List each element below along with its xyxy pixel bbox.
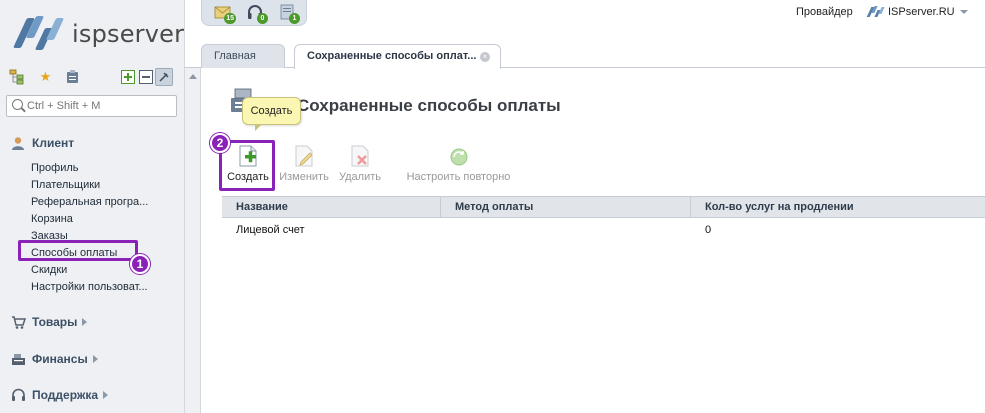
support-count-badge: 0	[257, 13, 268, 24]
document-notification-icon[interactable]: 1	[278, 4, 300, 24]
section-finance-label: Финансы	[32, 352, 88, 366]
isp-logo-icon	[13, 14, 66, 54]
expand-all-icon[interactable]	[119, 68, 136, 85]
delete-button-label: Удалить	[339, 171, 381, 183]
collapse-all-icon[interactable]	[137, 68, 154, 85]
headset-icon	[10, 388, 26, 402]
edit-document-icon	[293, 145, 315, 167]
sidebar: ispserver ★ Клиент Профиль Плательщики Р	[0, 0, 185, 413]
section-client-label: Клиент	[32, 136, 75, 150]
tree-view-icon[interactable]	[8, 68, 25, 85]
close-tab-icon[interactable]: ×	[480, 52, 490, 62]
annotation-badge-1: 1	[130, 254, 150, 274]
section-support-label: Поддержка	[32, 388, 99, 402]
notification-icons-bar: 15 0 1	[201, 0, 307, 26]
cell-renewal-count: 0	[705, 224, 712, 236]
support-notification-icon[interactable]: 0	[246, 4, 268, 24]
section-client[interactable]: Клиент	[10, 136, 74, 150]
isp-logo-icon	[866, 6, 885, 18]
menu-search-input[interactable]	[27, 98, 172, 114]
annotation-highlight-payment-methods	[18, 240, 138, 261]
tab-saved-payment-methods-label: Сохраненные способы оплат...	[307, 50, 477, 62]
section-support[interactable]: Поддержка	[10, 388, 109, 402]
cash-register-icon	[10, 352, 26, 366]
pin-icon[interactable]	[155, 68, 173, 86]
section-goods[interactable]: Товары	[10, 315, 88, 329]
mail-count-badge: 15	[224, 13, 236, 24]
tab-saved-payment-methods[interactable]: Сохраненные способы оплат... ×	[294, 44, 501, 69]
expand-arrow-icon	[92, 355, 98, 363]
cart-icon	[10, 315, 26, 329]
mail-notification-icon[interactable]: 15	[214, 4, 236, 24]
column-header-renewal-count[interactable]: Кол-во услуг на продлении	[691, 197, 985, 218]
delete-document-icon	[349, 145, 371, 167]
edit-button-label: Изменить	[279, 171, 329, 183]
payment-methods-table: Название Метод оплаты Кол-во услуг на пр…	[222, 196, 985, 242]
search-icon	[12, 99, 23, 110]
logo[interactable]: ispserver	[13, 12, 185, 56]
menu-search-box[interactable]	[6, 95, 177, 117]
chevron-up-icon	[189, 74, 197, 79]
document-count-badge: 1	[289, 13, 300, 24]
client-menu: Профиль Плательщики Реферальная програ..…	[31, 160, 148, 296]
sidebar-item-payers[interactable]: Плательщики	[31, 177, 148, 194]
provider-selector[interactable]: ISPserver.RU	[866, 6, 968, 18]
page-title: Сохраненные способы оплаты	[297, 96, 561, 115]
reconfigure-button[interactable]: Настроить повторно	[404, 145, 513, 183]
provider-label: Провайдер	[796, 6, 853, 18]
chevron-down-icon	[959, 10, 968, 14]
brand-name: ispserver	[72, 20, 185, 48]
sidebar-item-user-settings[interactable]: Настройки пользоват...	[31, 279, 148, 296]
edit-button[interactable]: Изменить	[279, 145, 329, 183]
section-goods-label: Товары	[32, 315, 78, 329]
sidebar-item-profile[interactable]: Профиль	[31, 160, 148, 177]
provider-name: ISPserver.RU	[888, 6, 955, 18]
expand-arrow-icon	[82, 318, 88, 326]
cell-name: Лицевой счет	[236, 224, 305, 236]
sidebar-item-cart[interactable]: Корзина	[31, 211, 148, 228]
expand-arrow-icon	[103, 391, 109, 399]
clipboard-icon[interactable]	[64, 68, 81, 85]
client-user-icon	[10, 136, 26, 150]
column-header-name[interactable]: Название	[222, 197, 441, 218]
delete-button[interactable]: Удалить	[337, 145, 383, 183]
create-tooltip: Создать	[242, 97, 301, 131]
table-header: Название Метод оплаты Кол-во услуг на пр…	[222, 196, 985, 218]
column-header-payment-method[interactable]: Метод оплаты	[441, 197, 691, 218]
annotation-badge-2: 2	[210, 133, 230, 153]
sidebar-toolbar: ★	[8, 68, 176, 88]
table-row[interactable]: Лицевой счет 0	[222, 218, 985, 242]
favorites-star-icon[interactable]: ★	[37, 68, 54, 85]
tab-home[interactable]: Главная	[201, 44, 285, 68]
collapse-sidebar-bar[interactable]	[185, 68, 201, 413]
section-finance[interactable]: Финансы	[10, 352, 98, 366]
sidebar-item-referral[interactable]: Реферальная програ...	[31, 194, 148, 211]
cell-payment-method	[441, 218, 691, 242]
tab-bar: Главная Сохраненные способы оплат... ×	[185, 44, 985, 69]
refresh-icon	[448, 145, 470, 167]
reconfigure-button-label: Настроить повторно	[406, 171, 511, 183]
